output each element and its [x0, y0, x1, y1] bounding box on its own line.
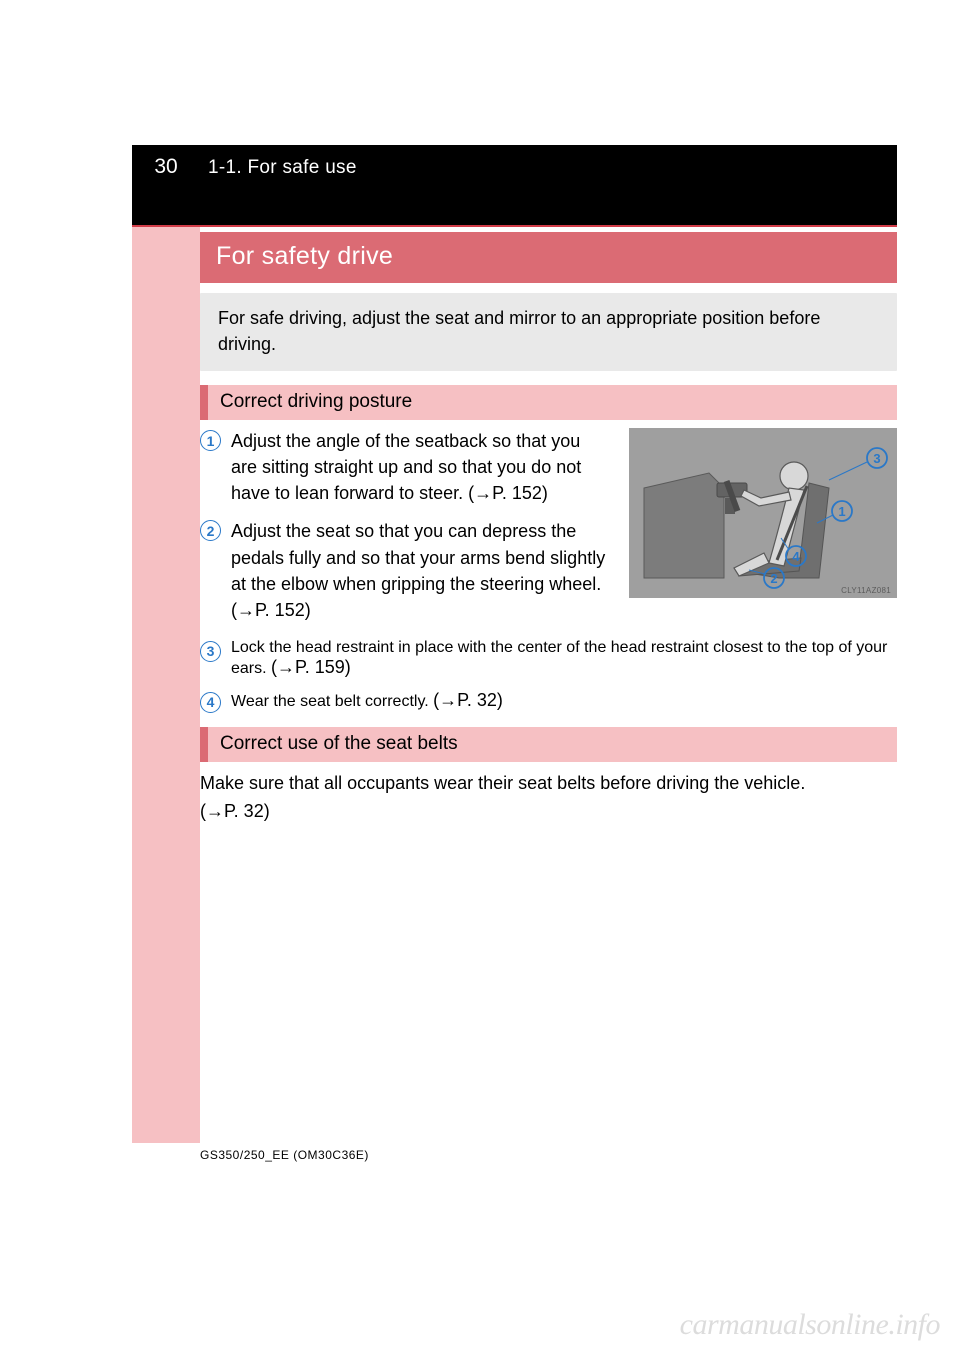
- header-bar: 1-1. For safe use: [132, 145, 897, 225]
- breadcrumb: 1-1. For safe use: [208, 157, 867, 179]
- image-caption: CLY11AZ081: [841, 586, 891, 595]
- watermark: carmanualsonline.info: [680, 1308, 940, 1342]
- intro-box: For safe driving, adjust the seat and mi…: [200, 293, 897, 371]
- page-content: For safety drive For safe driving, adjus…: [200, 232, 897, 826]
- svg-text:1: 1: [838, 504, 845, 519]
- svg-text:2: 2: [770, 571, 777, 586]
- seat-belts-text: Make sure that all occupants wear their …: [200, 770, 897, 826]
- footer-code: GS350/250_EE (OM30C36E): [200, 1148, 369, 1162]
- posture-item-3: 3 Lock the head restraint in place with …: [200, 639, 897, 678]
- section-seat-belts-header: Correct use of the seat belts: [200, 727, 897, 762]
- posture-item-text: Adjust the angle of the seatback so that…: [231, 428, 611, 506]
- numbered-marker-icon: 4: [200, 692, 221, 713]
- seat-belts-lead: Make sure that all occupants wear their …: [200, 773, 805, 793]
- page-reference[interactable]: (→P. 159): [271, 657, 351, 677]
- posture-item-2: 2 Adjust the seat so that you can depres…: [200, 518, 611, 622]
- page-reference[interactable]: (→P. 152): [468, 483, 548, 503]
- posture-item-text: Lock the head restraint in place with th…: [231, 639, 897, 678]
- driving-posture-illustration: 3 1 4 2 CLY11AZ081: [629, 428, 897, 598]
- svg-text:3: 3: [873, 451, 880, 466]
- posture-item-4: 4 Wear the seat belt correctly. (→P. 32): [200, 690, 897, 713]
- section-driving-posture-header: Correct driving posture: [200, 385, 897, 420]
- numbered-marker-icon: 1: [200, 430, 221, 451]
- posture-item-1: 1 Adjust the angle of the seatback so th…: [200, 428, 611, 506]
- driving-posture-text: 1 Adjust the angle of the seatback so th…: [200, 428, 611, 635]
- numbered-marker-icon: 2: [200, 520, 221, 541]
- page-number: 30: [132, 155, 200, 179]
- manual-page: 1-1. For safe use 30 For safety drive Fo…: [0, 0, 960, 1358]
- posture-item-body: Adjust the seat so that you can depress …: [231, 521, 605, 593]
- page-reference[interactable]: (→P. 32): [200, 801, 270, 821]
- posture-item-text: Adjust the seat so that you can depress …: [231, 518, 611, 622]
- svg-text:4: 4: [792, 549, 800, 564]
- posture-item-body: Wear the seat belt correctly.: [231, 693, 429, 710]
- driving-posture-block: 1 Adjust the angle of the seatback so th…: [200, 428, 897, 635]
- page-reference[interactable]: (→P. 32): [433, 690, 503, 710]
- page-reference[interactable]: (→P. 152): [231, 600, 311, 620]
- page-title: For safety drive: [200, 232, 897, 283]
- header-red-rule: [132, 225, 897, 227]
- numbered-marker-icon: 3: [200, 641, 221, 662]
- posture-item-text: Wear the seat belt correctly. (→P. 32): [231, 690, 503, 713]
- left-accent-bar: [132, 145, 200, 1143]
- posture-svg: 3 1 4 2: [629, 428, 897, 598]
